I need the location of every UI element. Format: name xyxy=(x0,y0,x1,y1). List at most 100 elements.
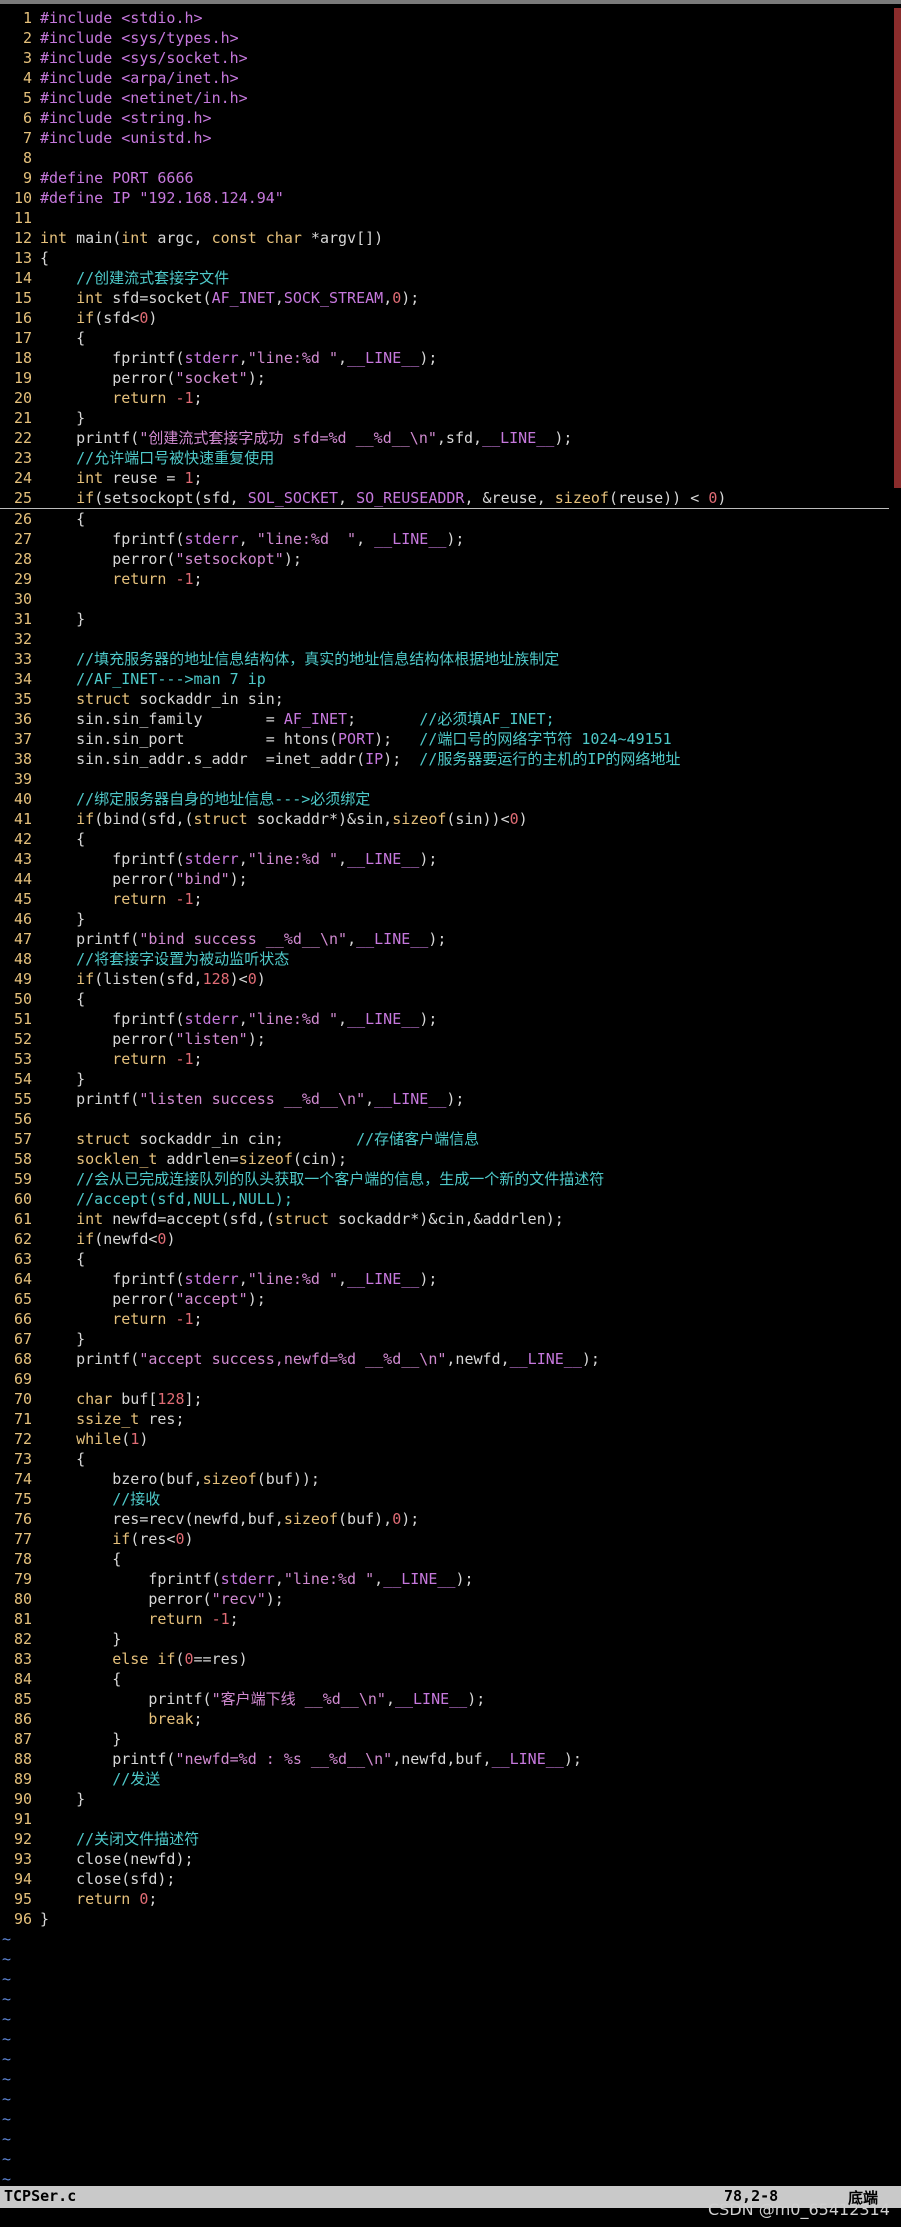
line-code[interactable]: #define IP "192.168.124.94" xyxy=(40,189,284,207)
code-line[interactable]: 3 #include <sys/socket.h> xyxy=(0,48,889,68)
code-line[interactable]: 65 perror("accept"); xyxy=(0,1289,889,1309)
code-line[interactable]: 64 fprintf(stderr,"line:%d ",__LINE__); xyxy=(0,1269,889,1289)
line-code[interactable]: { xyxy=(40,510,85,528)
line-code[interactable]: fprintf(stderr,"line:%d ",__LINE__); xyxy=(40,850,437,868)
code-line[interactable]: 76 res=recv(newfd,buf,sizeof(buf),0); xyxy=(0,1509,889,1529)
line-code[interactable]: perror("setsockopt"); xyxy=(40,550,302,568)
code-line[interactable]: 22 printf("创建流式套接字成功 sfd=%d __%d__\n",sf… xyxy=(0,428,889,448)
line-code[interactable]: close(sfd); xyxy=(40,1870,175,1888)
line-code[interactable]: return -1; xyxy=(40,1050,202,1068)
line-code[interactable]: #include <arpa/inet.h> xyxy=(40,69,239,87)
line-code[interactable]: { xyxy=(40,249,49,267)
line-code[interactable]: //允许端口号被快速重复使用 xyxy=(40,449,274,467)
code-line[interactable]: 50 { xyxy=(0,989,889,1009)
line-code[interactable]: int newfd=accept(sfd,(struct sockaddr*)&… xyxy=(40,1210,564,1228)
code-line[interactable]: 62 if(newfd<0) xyxy=(0,1229,889,1249)
code-line[interactable]: 16 if(sfd<0) xyxy=(0,308,889,328)
code-line[interactable]: 1 #include <stdio.h> xyxy=(0,8,889,28)
code-line[interactable]: 28 perror("setsockopt"); xyxy=(0,549,889,569)
code-line[interactable]: 26 { xyxy=(0,509,889,529)
code-line[interactable]: 31 } xyxy=(0,609,889,629)
line-code[interactable]: perror("bind"); xyxy=(40,870,247,888)
line-code[interactable]: bzero(buf,sizeof(buf)); xyxy=(40,1470,320,1488)
code-line[interactable]: 73 { xyxy=(0,1449,889,1469)
line-code[interactable]: int main(int argc, const char *argv[]) xyxy=(40,229,383,247)
code-line[interactable]: 47 printf("bind success __%d__\n",__LINE… xyxy=(0,929,889,949)
line-code[interactable]: int reuse = 1; xyxy=(40,469,202,487)
line-code[interactable]: } xyxy=(40,1790,85,1808)
code-line[interactable]: 89 //发送 xyxy=(0,1769,889,1789)
line-code[interactable]: { xyxy=(40,329,85,347)
code-line[interactable]: 38 sin.sin_addr.s_addr =inet_addr(IP); /… xyxy=(0,749,889,769)
line-code[interactable]: { xyxy=(40,1550,121,1568)
code-line[interactable]: 34 //AF_INET--->man 7 ip xyxy=(0,669,889,689)
code-line[interactable]: 29 return -1; xyxy=(0,569,889,589)
code-line[interactable]: 39 xyxy=(0,769,889,789)
code-line[interactable]: 83 else if(0==res) xyxy=(0,1649,889,1669)
line-code[interactable]: #include <sys/types.h> xyxy=(40,29,239,47)
line-code[interactable]: sin.sin_port = htons(PORT); //端口号的网络字节符 … xyxy=(40,730,672,748)
code-line[interactable]: 15 int sfd=socket(AF_INET,SOCK_STREAM,0)… xyxy=(0,288,889,308)
code-line[interactable]: 91 xyxy=(0,1809,889,1829)
line-code[interactable]: close(newfd); xyxy=(40,1850,193,1868)
code-line[interactable]: 84 { xyxy=(0,1669,889,1689)
line-code[interactable]: //accept(sfd,NULL,NULL); xyxy=(40,1190,293,1208)
code-line[interactable]: 40 //绑定服务器自身的地址信息--->必须绑定 xyxy=(0,789,889,809)
code-line[interactable]: 79 fprintf(stderr,"line:%d ",__LINE__); xyxy=(0,1569,889,1589)
code-line[interactable]: 33 //填充服务器的地址信息结构体，真实的地址信息结构体根据地址族制定 xyxy=(0,649,889,669)
line-code[interactable]: while(1) xyxy=(40,1430,148,1448)
code-line[interactable]: 30 xyxy=(0,589,889,609)
code-line[interactable]: 19 perror("socket"); xyxy=(0,368,889,388)
line-code[interactable]: #include <sys/socket.h> xyxy=(40,49,248,67)
code-line[interactable]: 8 xyxy=(0,148,889,168)
code-line[interactable]: 67 } xyxy=(0,1329,889,1349)
code-line[interactable]: 81 return -1; xyxy=(0,1609,889,1629)
line-code[interactable]: { xyxy=(40,1670,121,1688)
line-code[interactable]: char buf[128]; xyxy=(40,1390,202,1408)
line-code[interactable]: res=recv(newfd,buf,sizeof(buf),0); xyxy=(40,1510,419,1528)
line-code[interactable]: if(res<0) xyxy=(40,1530,193,1548)
code-line[interactable]: 35 struct sockaddr_in sin; xyxy=(0,689,889,709)
code-line[interactable]: 18 fprintf(stderr,"line:%d ",__LINE__); xyxy=(0,348,889,368)
line-code[interactable]: } xyxy=(40,409,85,427)
line-code[interactable]: printf("newfd=%d : %s __%d__\n",newfd,bu… xyxy=(40,1750,582,1768)
code-line[interactable]: 45 return -1; xyxy=(0,889,889,909)
code-line[interactable]: 7 #include <unistd.h> xyxy=(0,128,889,148)
line-code[interactable]: #define PORT 6666 xyxy=(40,169,194,187)
code-line[interactable]: 21 } xyxy=(0,408,889,428)
line-code[interactable]: perror("listen"); xyxy=(40,1030,266,1048)
code-line[interactable]: 75 //接收 xyxy=(0,1489,889,1509)
line-code[interactable]: { xyxy=(40,990,85,1008)
code-line[interactable]: 66 return -1; xyxy=(0,1309,889,1329)
code-line[interactable]: 27 fprintf(stderr, "line:%d ", __LINE__)… xyxy=(0,529,889,549)
code-line[interactable]: 88 printf("newfd=%d : %s __%d__\n",newfd… xyxy=(0,1749,889,1769)
line-code[interactable]: if(sfd<0) xyxy=(40,309,157,327)
line-code[interactable]: socklen_t addrlen=sizeof(cin); xyxy=(40,1150,347,1168)
code-line[interactable]: 69 xyxy=(0,1369,889,1389)
code-line[interactable]: 96} xyxy=(0,1909,889,1929)
line-code[interactable]: printf("bind success __%d__\n",__LINE__)… xyxy=(40,930,446,948)
line-code[interactable]: if(setsockopt(sfd, SOL_SOCKET, SO_REUSEA… xyxy=(40,489,726,507)
line-code[interactable]: fprintf(stderr,"line:%d ",__LINE__); xyxy=(40,1010,437,1028)
line-code[interactable]: } xyxy=(40,1910,49,1928)
code-line[interactable]: 95 return 0; xyxy=(0,1889,889,1909)
code-line[interactable]: 94 close(sfd); xyxy=(0,1869,889,1889)
line-code[interactable]: { xyxy=(40,1250,85,1268)
code-line[interactable]: 6 #include <string.h> xyxy=(0,108,889,128)
line-code[interactable]: //AF_INET--->man 7 ip xyxy=(40,670,266,688)
code-line[interactable]: 52 perror("listen"); xyxy=(0,1029,889,1049)
line-code[interactable]: //绑定服务器自身的地址信息--->必须绑定 xyxy=(40,790,370,808)
line-code[interactable]: } xyxy=(40,1730,121,1748)
code-line[interactable]: 60 //accept(sfd,NULL,NULL); xyxy=(0,1189,889,1209)
line-code[interactable]: return 0; xyxy=(40,1890,157,1908)
code-line[interactable]: 80 perror("recv"); xyxy=(0,1589,889,1609)
line-code[interactable]: //接收 xyxy=(40,1490,160,1508)
line-code[interactable]: #include <string.h> xyxy=(40,109,212,127)
code-line[interactable]: 74 bzero(buf,sizeof(buf)); xyxy=(0,1469,889,1489)
code-line[interactable]: 25 if(setsockopt(sfd, SOL_SOCKET, SO_REU… xyxy=(0,488,889,509)
line-code[interactable]: printf("listen success __%d__\n",__LINE_… xyxy=(40,1090,464,1108)
line-code[interactable]: break; xyxy=(40,1710,202,1728)
line-code[interactable]: fprintf(stderr,"line:%d ",__LINE__); xyxy=(40,1270,437,1288)
code-line[interactable]: 58 socklen_t addrlen=sizeof(cin); xyxy=(0,1149,889,1169)
code-line[interactable]: 53 return -1; xyxy=(0,1049,889,1069)
